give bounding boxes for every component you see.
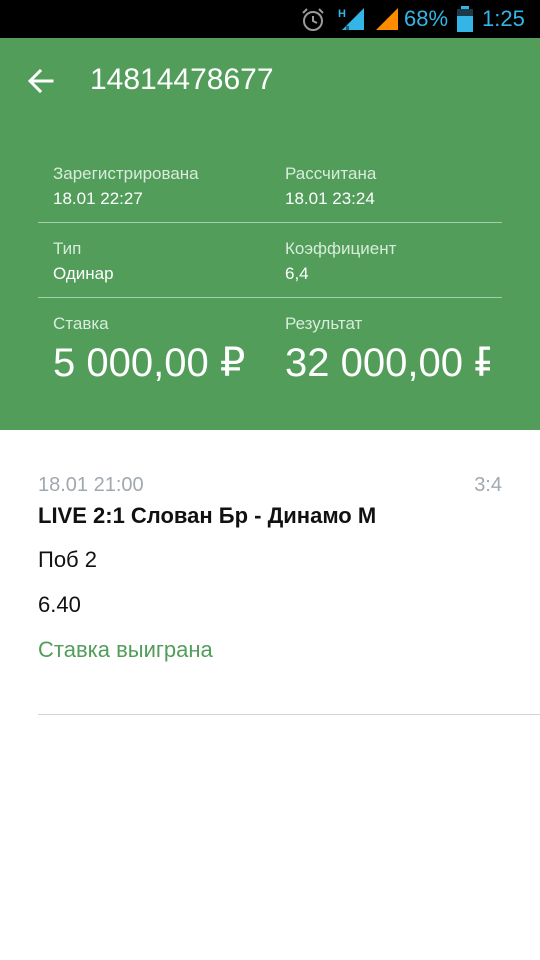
signal-icon xyxy=(376,8,398,30)
alarm-icon xyxy=(302,8,324,31)
bet-id-title: 14814478677 xyxy=(90,63,274,96)
event-score: 3:4 xyxy=(474,474,502,496)
clock: 1:25 xyxy=(482,6,525,31)
stake-field: Ставка 5 000,00 ₽ xyxy=(53,314,245,386)
coefficient-field: Коэффициент 6,4 xyxy=(285,239,396,284)
registered-value: 18.01 22:27 xyxy=(53,189,143,208)
signal-icon: H xyxy=(338,8,364,30)
event-outcome: Поб 2 xyxy=(38,547,97,572)
stake-amount: 5 000,00 ₽ xyxy=(53,341,246,385)
coefficient-label: Коэффициент xyxy=(285,239,397,258)
battery-icon xyxy=(457,6,473,32)
event-title: LIVE 2:1 Слован Бр - Динамо М xyxy=(38,503,377,528)
registered-field: Зарегистрирована 18.01 22:27 xyxy=(53,164,199,209)
bet-status: Ставка выиграна xyxy=(38,637,213,662)
result-label: Результат xyxy=(285,314,363,333)
type-label: Тип xyxy=(53,239,82,258)
svg-text:H: H xyxy=(338,8,346,20)
event-date: 18.01 21:00 xyxy=(38,474,144,496)
settled-field: Рассчитана 18.01 23:24 xyxy=(285,164,376,209)
result-amount: 32 000,00 ₽ xyxy=(285,341,490,385)
settled-label: Рассчитана xyxy=(285,164,377,183)
bet-summary-header: 14814478677 Зарегистрирована 18.01 22:27… xyxy=(0,38,540,430)
divider xyxy=(38,714,540,715)
stake-label: Ставка xyxy=(53,314,109,333)
event-odds: 6.40 xyxy=(38,592,81,617)
coefficient-value: 6,4 xyxy=(285,264,309,283)
battery-percent: 68% xyxy=(404,6,449,31)
result-field: Результат 32 000,00 ₽ xyxy=(285,314,490,386)
status-bar: H 68% 1:25 xyxy=(0,0,540,38)
divider xyxy=(38,297,502,298)
back-arrow-icon[interactable] xyxy=(26,66,56,96)
divider xyxy=(38,222,502,223)
type-value: Одинар xyxy=(53,264,114,283)
type-field: Тип Одинар xyxy=(53,239,114,284)
registered-label: Зарегистрирована xyxy=(53,164,199,183)
settled-value: 18.01 23:24 xyxy=(285,189,375,208)
